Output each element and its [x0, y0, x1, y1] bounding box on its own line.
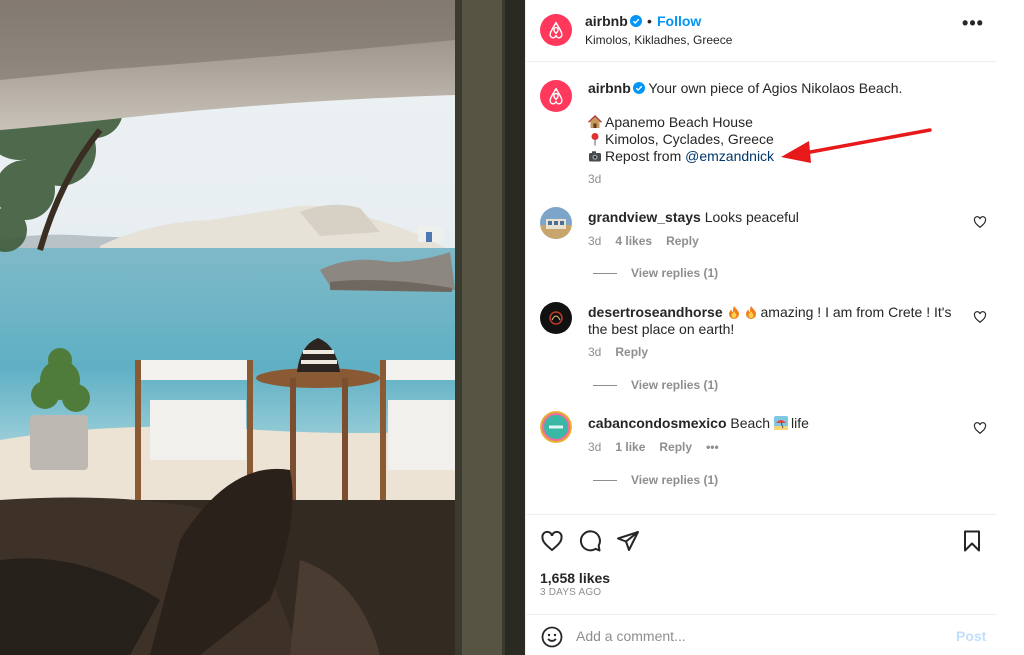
comment-username[interactable]: grandview_stays: [588, 209, 701, 225]
post-actions: 1,658 likes 3 DAYS AGO: [526, 514, 998, 614]
comment-meta: 3d 1 like Reply •••: [588, 440, 733, 454]
avatar-image: [540, 207, 572, 239]
comment-composer: Post: [526, 614, 998, 655]
separator-dot: •: [647, 13, 652, 29]
comment-options-icon[interactable]: •••: [706, 440, 719, 454]
caption-line-text: Kimolos, Cyclades, Greece: [605, 131, 774, 147]
caption-body: Your own piece of Agios Nikolaos Beach.: [648, 80, 903, 96]
mention-link[interactable]: @emzandnick: [685, 148, 774, 164]
comment-time[interactable]: 3d: [588, 345, 601, 359]
view-replies-button[interactable]: View replies (1): [593, 473, 718, 487]
view-replies-button[interactable]: View replies (1): [593, 266, 718, 280]
replies-divider: [593, 480, 617, 482]
post-header: airbnb • Follow Kimolos, Kikladhes, Gree…: [526, 0, 998, 62]
verified-badge-icon: [629, 15, 642, 27]
share-paper-plane-icon[interactable]: [616, 529, 640, 553]
page-gutter: [997, 0, 1024, 655]
like-comment-heart-icon[interactable]: [973, 215, 987, 229]
airbnb-logo-icon: [549, 21, 563, 39]
comment-time[interactable]: 3d: [588, 234, 601, 248]
post-username[interactable]: airbnb: [585, 13, 642, 29]
round-pushpin-icon: [591, 133, 599, 146]
comment-text: cabancondosmexico Beach life: [588, 415, 958, 432]
reply-button[interactable]: Reply: [666, 234, 699, 248]
more-options-icon[interactable]: •••: [962, 14, 984, 38]
airbnb-logo-icon: [549, 87, 563, 105]
post-date[interactable]: 3 DAYS AGO: [540, 587, 601, 598]
avatar-image: [540, 411, 572, 443]
post-photo: [0, 0, 525, 655]
comment-text: grandview_stays Looks peaceful: [588, 209, 958, 226]
save-bookmark-icon[interactable]: [960, 529, 984, 553]
comment-likes[interactable]: 4 likes: [615, 234, 652, 248]
post-panel: airbnb • Follow Kimolos, Kikladhes, Gree…: [525, 0, 998, 655]
reply-button[interactable]: Reply: [615, 345, 648, 359]
comment-meta: 3d Reply: [588, 345, 662, 359]
comment-avatar[interactable]: [540, 302, 572, 334]
airbnb-avatar[interactable]: [540, 14, 572, 46]
verified-badge-icon: [632, 82, 645, 94]
comment-meta: 3d 4 likes Reply: [588, 234, 713, 248]
view-replies-label[interactable]: View replies (1): [631, 378, 718, 392]
caption-avatar[interactable]: [540, 80, 572, 112]
caption-text: airbnb Your own piece of Agios Nikolaos …: [588, 80, 968, 97]
replies-divider: [593, 273, 617, 275]
beach-umbrella-icon: [773, 416, 788, 430]
emoji-smiley-icon[interactable]: [540, 625, 564, 649]
follow-button[interactable]: Follow: [657, 13, 701, 29]
house-icon: [588, 115, 602, 128]
comment-avatar[interactable]: [540, 411, 572, 443]
beach-scene-image: [0, 0, 525, 655]
fire-icon: [745, 306, 756, 319]
comment-text: desertroseandhorse amazing ! I am from C…: [588, 304, 958, 338]
fire-icon: [728, 306, 739, 319]
like-comment-heart-icon[interactable]: [973, 421, 987, 435]
like-heart-icon[interactable]: [540, 529, 564, 553]
caption-timestamp[interactable]: 3d: [588, 172, 601, 186]
likes-count[interactable]: 1,658 likes: [540, 570, 610, 586]
comment-body: Beach: [730, 415, 771, 431]
comment-body: Looks peaceful: [704, 209, 799, 225]
comment-likes[interactable]: 1 like: [615, 440, 645, 454]
avatar-image: [540, 302, 572, 334]
comment-username[interactable]: desertroseandhorse: [588, 304, 723, 320]
comment-input[interactable]: [576, 625, 936, 647]
post-comment-button[interactable]: Post: [956, 628, 986, 644]
comment-avatar[interactable]: [540, 207, 572, 239]
comment-body-end: life: [790, 415, 809, 431]
caption-line-repost: Repost from @emzandnick: [588, 148, 774, 164]
comment-username[interactable]: cabancondosmexico: [588, 415, 727, 431]
caption-line-text: Repost from: [605, 148, 682, 164]
comment-time[interactable]: 3d: [588, 440, 601, 454]
replies-divider: [593, 385, 617, 387]
view-replies-button[interactable]: View replies (1): [593, 378, 718, 392]
caption-line-listing: Apanemo Beach House: [588, 114, 753, 130]
camera-icon: [589, 151, 601, 162]
username-text[interactable]: airbnb: [585, 13, 628, 29]
caption-line-location: Kimolos, Cyclades, Greece: [588, 131, 774, 147]
view-replies-label[interactable]: View replies (1): [631, 266, 718, 280]
caption-username[interactable]: airbnb: [588, 80, 631, 96]
comment-bubble-icon[interactable]: [578, 529, 602, 553]
caption-line-text: Apanemo Beach House: [605, 114, 753, 130]
like-comment-heart-icon[interactable]: [973, 310, 987, 324]
view-replies-label[interactable]: View replies (1): [631, 473, 718, 487]
post-location[interactable]: Kimolos, Kikladhes, Greece: [585, 33, 732, 47]
reply-button[interactable]: Reply: [659, 440, 692, 454]
